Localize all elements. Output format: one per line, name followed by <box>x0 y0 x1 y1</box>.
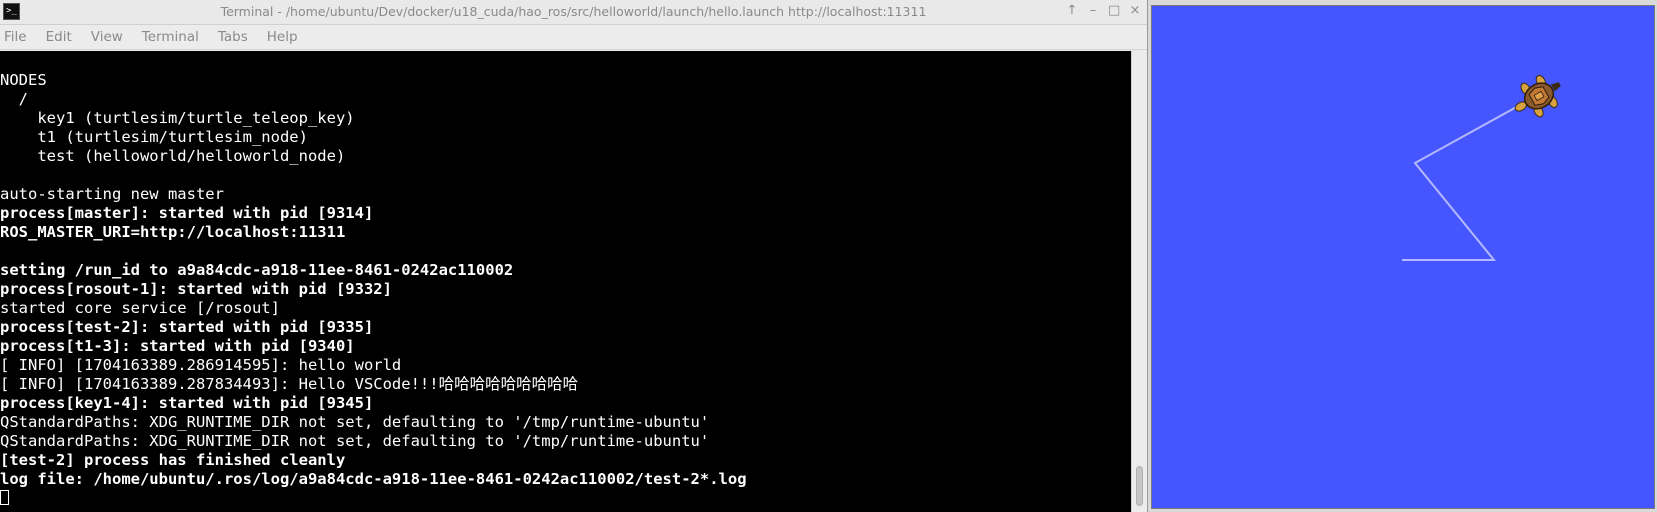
menu-file[interactable]: File <box>4 29 27 45</box>
terminal-line: setting /run_id to a9a84cdc-a918-11ee-84… <box>0 261 514 279</box>
terminal-line: ROS_MASTER_URI=http://localhost:11311 <box>0 223 346 241</box>
terminal-window: >_ Terminal - /home/ubuntu/Dev/docker/u1… <box>0 0 1148 512</box>
window-controls: ↑ – □ × <box>1066 3 1141 19</box>
minimize-icon[interactable]: – <box>1087 3 1099 19</box>
turtle-trail <box>1402 98 1532 261</box>
terminal-lines: NODES / key1 (turtlesim/turtle_teleop_ke… <box>0 71 747 508</box>
terminal-line: process[test-2]: started with pid [9335] <box>0 318 374 336</box>
terminal-line: process[master]: started with pid [9314] <box>0 204 374 222</box>
pin-icon[interactable]: ↑ <box>1066 3 1078 19</box>
terminal-line: QStandardPaths: XDG_RUNTIME_DIR not set,… <box>0 432 710 450</box>
terminal-cursor-line <box>0 489 747 508</box>
cursor <box>0 490 9 505</box>
maximize-icon[interactable]: □ <box>1108 3 1120 19</box>
terminal-line: t1 (turtlesim/turtlesim_node) <box>0 128 308 146</box>
terminal-line: key1 (turtlesim/turtle_teleop_key) <box>0 109 355 127</box>
turtlesim-window <box>1149 0 1657 512</box>
terminal-line: log file: /home/ubuntu/.ros/log/a9a84cdc… <box>0 470 747 488</box>
terminal-line: started core service [/rosout] <box>0 299 280 317</box>
terminal-output[interactable]: NODES / key1 (turtlesim/turtle_teleop_ke… <box>0 51 1131 512</box>
terminal-line: [test-2] process has finished cleanly <box>0 451 346 469</box>
terminal-line: QStandardPaths: XDG_RUNTIME_DIR not set,… <box>0 413 710 431</box>
terminal-line: process[key1-4]: started with pid [9345] <box>0 394 374 412</box>
terminal-line: process[rosout-1]: started with pid [933… <box>0 280 392 298</box>
menu-edit[interactable]: Edit <box>46 29 72 45</box>
turtle-drawing <box>1402 75 1561 261</box>
menu-bar: File Edit View Terminal Tabs Help <box>0 25 1147 50</box>
close-icon[interactable]: × <box>1129 3 1141 19</box>
terminal-line: NODES <box>0 71 47 89</box>
menu-terminal[interactable]: Terminal <box>142 29 199 45</box>
terminal-line: auto-starting new master <box>0 185 224 203</box>
terminal-line: test (helloworld/helloworld_node) <box>0 147 346 165</box>
menu-tabs[interactable]: Tabs <box>218 29 248 45</box>
window-title: Terminal - /home/ubuntu/Dev/docker/u18_c… <box>220 4 927 19</box>
turtle-icon <box>1514 75 1561 118</box>
terminal-line: process[t1-3]: started with pid [9340] <box>0 337 355 355</box>
terminal-scrollbar[interactable] <box>1131 51 1147 512</box>
turtlesim-canvas <box>1151 5 1655 509</box>
terminal-line: / <box>0 90 28 108</box>
menu-view[interactable]: View <box>91 29 123 45</box>
title-bar[interactable]: >_ Terminal - /home/ubuntu/Dev/docker/u1… <box>0 0 1147 25</box>
menu-help[interactable]: Help <box>267 29 298 45</box>
terminal-line: [ INFO] [1704163389.287834493]: Hello VS… <box>0 375 579 393</box>
terminal-line: [ INFO] [1704163389.286914595]: hello wo… <box>0 356 402 374</box>
scrollbar-thumb[interactable] <box>1136 466 1143 506</box>
